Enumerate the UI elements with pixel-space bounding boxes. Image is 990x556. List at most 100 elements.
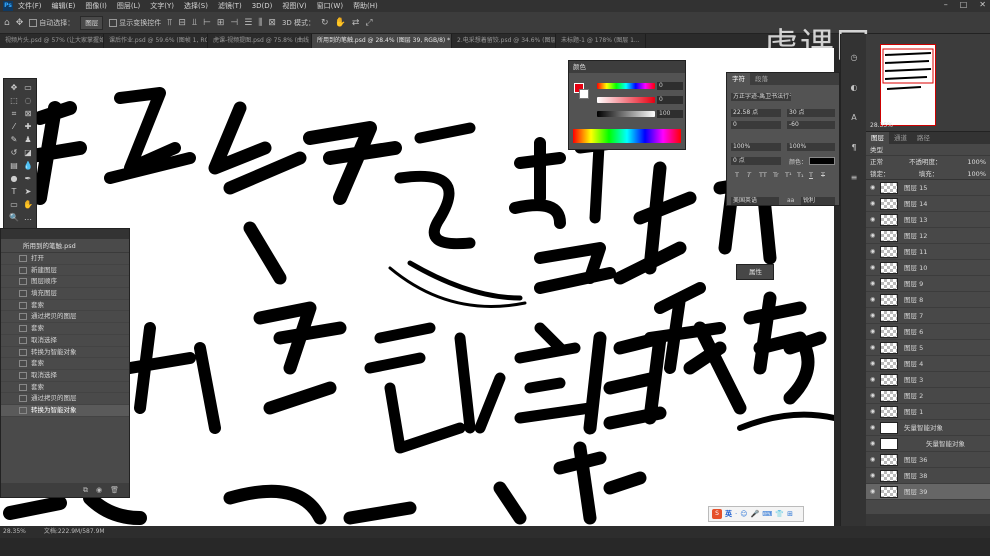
- auto-select-checkbox[interactable]: 自动选择：: [29, 18, 74, 28]
- scale-3d-icon[interactable]: ⤢: [365, 18, 372, 28]
- tracking-field[interactable]: -60: [787, 121, 835, 129]
- slide-3d-icon[interactable]: ⇄: [352, 18, 360, 28]
- ime-skin-icon[interactable]: 👕: [775, 510, 784, 518]
- layer-row[interactable]: ◉ 图层 7: [866, 308, 990, 324]
- move-tool-icon[interactable]: ✥: [8, 83, 20, 93]
- status-zoom[interactable]: 28.35%: [3, 528, 26, 535]
- kerning-field[interactable]: 0: [731, 121, 781, 129]
- properties-panel-icon[interactable]: ≡: [849, 174, 859, 182]
- eye-icon[interactable]: ◉: [870, 484, 878, 500]
- eye-icon[interactable]: ◉: [870, 292, 878, 308]
- layer-row[interactable]: ◉ 图层 12: [866, 228, 990, 244]
- artboard-tool-icon[interactable]: ▭: [22, 83, 34, 93]
- doc-tab[interactable]: 未标题-1 @ 178% (图层 1...: [556, 34, 646, 48]
- text-color-swatch[interactable]: [809, 157, 835, 165]
- more-tools-icon[interactable]: …: [22, 213, 34, 223]
- hue-slider[interactable]: [597, 83, 655, 89]
- font-family-select[interactable]: 方正字迹-禹卫书法行书简体: [731, 93, 791, 101]
- layer-row[interactable]: ◉ 图层 4: [866, 356, 990, 372]
- brightness-slider[interactable]: [597, 111, 655, 117]
- anti-alias-select[interactable]: 锐利: [801, 197, 835, 205]
- blend-mode-select[interactable]: 正常: [870, 156, 883, 168]
- strikethrough-button[interactable]: T: [821, 171, 825, 179]
- history-item[interactable]: 图层顺序: [1, 276, 129, 289]
- type-tool-icon[interactable]: T: [8, 187, 20, 197]
- opacity-field[interactable]: 100%: [967, 156, 986, 168]
- eye-icon[interactable]: ◉: [870, 404, 878, 420]
- eye-icon[interactable]: ◉: [870, 372, 878, 388]
- ime-emoji-icon[interactable]: ☺: [740, 510, 747, 518]
- pen-tool-icon[interactable]: ✒: [22, 174, 34, 184]
- ime-punct-icon[interactable]: ·: [735, 510, 737, 518]
- eye-icon[interactable]: ◉: [870, 228, 878, 244]
- eye-icon[interactable]: ◉: [870, 276, 878, 292]
- history-item[interactable]: 取消选择: [1, 335, 129, 347]
- superscript-button[interactable]: T¹: [785, 171, 792, 179]
- ime-tools-icon[interactable]: ⊞: [787, 510, 793, 518]
- eye-icon[interactable]: ◉: [870, 180, 878, 196]
- properties-panel-button[interactable]: 属性: [736, 264, 774, 280]
- layer-dropdown[interactable]: 图层: [80, 15, 104, 30]
- hue-value[interactable]: 0: [657, 82, 683, 90]
- hand-tool-icon[interactable]: ✋: [22, 200, 34, 210]
- character-panel-icon[interactable]: A: [849, 114, 859, 122]
- lasso-tool-icon[interactable]: ◌: [22, 96, 34, 106]
- faux-italic-button[interactable]: T: [747, 171, 751, 179]
- maximize-icon[interactable]: □: [960, 0, 968, 9]
- layer-row[interactable]: ◉ 图层 11: [866, 244, 990, 260]
- menu-layer[interactable]: 图层(L): [117, 1, 140, 11]
- tab-paragraph[interactable]: 段落: [750, 73, 773, 85]
- eye-icon[interactable]: ◉: [870, 244, 878, 260]
- zoom-tool-icon[interactable]: 🔍: [8, 213, 20, 223]
- tab-layers[interactable]: 图层: [866, 132, 889, 144]
- history-item[interactable]: 新建图层: [1, 265, 129, 277]
- eye-icon[interactable]: ◉: [870, 420, 878, 436]
- menu-filter[interactable]: 滤镜(T): [218, 1, 242, 11]
- history-item[interactable]: 通过拷贝的图层: [1, 393, 129, 405]
- align-center-icon[interactable]: ⊞: [217, 18, 225, 28]
- eye-icon[interactable]: ◉: [870, 212, 878, 228]
- auto-align-icon[interactable]: ⊠: [268, 18, 276, 28]
- history-item[interactable]: 转换为智能对象: [1, 347, 129, 359]
- layer-row[interactable]: ◉ 图层 9: [866, 276, 990, 292]
- blur-tool-icon[interactable]: 💧: [22, 161, 34, 171]
- doc-tab[interactable]: 视频片头.psd @ 57% (让大家掌握如何去...: [0, 34, 104, 48]
- layer-row[interactable]: ◉ 图层 1: [866, 404, 990, 420]
- eye-icon[interactable]: ◉: [870, 388, 878, 404]
- crop-tool-icon[interactable]: ⌗: [8, 109, 20, 119]
- layer-row[interactable]: ◉ 矢量智能对象: [866, 420, 990, 436]
- faux-bold-button[interactable]: T: [735, 171, 739, 179]
- layer-row[interactable]: ◉ 图层 15: [866, 180, 990, 196]
- eye-icon[interactable]: ◉: [870, 260, 878, 276]
- move-tool-icon[interactable]: ✥: [16, 18, 24, 28]
- layer-row[interactable]: ◉ 图层 6: [866, 324, 990, 340]
- menu-view[interactable]: 视图(V): [282, 1, 306, 11]
- layer-row[interactable]: ◉ 图层 5: [866, 340, 990, 356]
- history-item[interactable]: 套索: [1, 358, 129, 370]
- dodge-tool-icon[interactable]: ●: [8, 174, 20, 184]
- align-bottom-icon[interactable]: ⫫: [192, 18, 197, 28]
- layer-row[interactable]: ◉ 图层 3: [866, 372, 990, 388]
- history-brush-icon[interactable]: ↺: [8, 148, 20, 158]
- history-item-selected[interactable]: 转换为智能对象: [1, 404, 129, 417]
- eye-icon[interactable]: ◉: [870, 340, 878, 356]
- tab-character[interactable]: 字符: [727, 73, 750, 85]
- layer-row[interactable]: ◉ 矢量智能对象: [866, 436, 990, 452]
- baseline-shift-field[interactable]: 0 点: [731, 157, 781, 165]
- rectangle-tool-icon[interactable]: ▭: [8, 200, 20, 210]
- underline-button[interactable]: T: [809, 171, 813, 179]
- healing-brush-icon[interactable]: ✚: [22, 122, 34, 132]
- eye-icon[interactable]: ◉: [870, 308, 878, 324]
- distribute-icon[interactable]: ☰: [244, 18, 252, 28]
- navigator-thumbnail[interactable]: [880, 44, 936, 126]
- doc-tab-active[interactable]: 所用到的笔触.psd @ 28.4% (图层 39, RGB/8) *: [312, 34, 452, 48]
- menu-window[interactable]: 窗口(W): [317, 1, 343, 11]
- show-transform-checkbox[interactable]: 显示变换控件: [109, 18, 161, 28]
- eye-icon[interactable]: ◉: [870, 436, 878, 452]
- close-icon[interactable]: ✕: [979, 0, 986, 9]
- align-left-icon[interactable]: ⊢: [203, 18, 211, 28]
- eyedropper-icon[interactable]: ⁄: [8, 122, 20, 132]
- history-item[interactable]: 套索: [1, 382, 129, 394]
- minimize-icon[interactable]: –: [944, 0, 948, 9]
- tab-paths[interactable]: 路径: [912, 132, 935, 144]
